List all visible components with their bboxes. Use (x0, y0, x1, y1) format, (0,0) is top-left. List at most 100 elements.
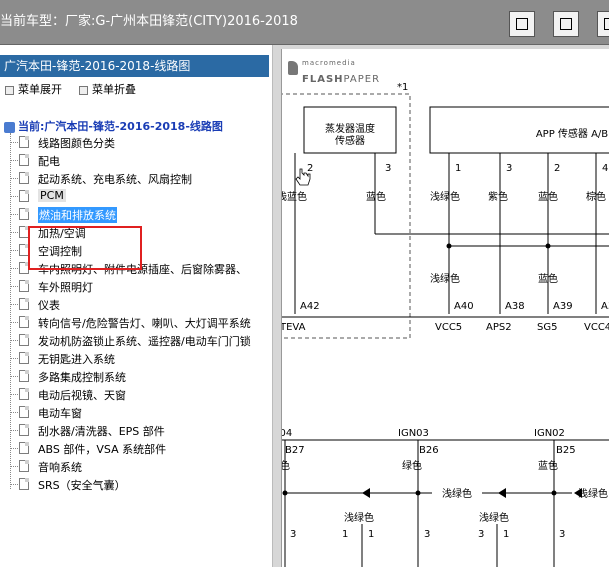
tree-item[interactable]: 起动系统、充电系统、风扇控制 (10, 169, 272, 187)
title-bar: 当前车型：厂家:G-广州本田锋范(CITY)2016-2018 (0, 0, 609, 45)
collapse-menu-button[interactable]: 菜单折叠 (79, 81, 136, 97)
document-icon (19, 406, 29, 418)
document-icon (19, 442, 29, 454)
vehicle-title: 当前车型：厂家:G-广州本田锋范(CITY)2016-2018 (0, 14, 298, 29)
svg-text:3: 3 (559, 529, 565, 540)
tree-item[interactable]: 仪表 (10, 295, 272, 313)
tree-item[interactable]: 线路图颜色分类 (10, 133, 272, 151)
svg-text:SG5: SG5 (537, 322, 557, 333)
svg-text:蓝色: 蓝色 (366, 190, 386, 203)
diagram-page: macromedia FLASHPAPER *1 蒸发器温度 传感器 APP 传… (281, 49, 609, 567)
sidebar-title: 广汽本田-锋范-2016-2018-线路图 (0, 55, 269, 77)
document-icon (19, 316, 29, 328)
svg-text:A38: A38 (505, 301, 525, 312)
tree-item-label: PCM (38, 189, 66, 202)
svg-text:1: 1 (368, 529, 374, 540)
show-both-icon (560, 18, 572, 30)
app-sensor-label: APP 传感器 A/B (536, 127, 608, 140)
tree-item-label: 音响系统 (38, 461, 82, 474)
tree-item-label: 刮水器/清洗器、EPS 部件 (38, 425, 165, 438)
svg-text:浅绿色: 浅绿色 (344, 511, 374, 524)
sidebar: 广汽本田-锋范-2016-2018-线路图 菜单展开 菜单折叠 当前:广汽本田-… (0, 45, 273, 567)
tree-item-label: ABS 部件，VSA 系统部件 (38, 443, 167, 456)
tree-item[interactable]: 电动车窗 (10, 403, 272, 421)
svg-text:A39: A39 (553, 301, 573, 312)
terminal-labels: A42 A40 A38 A39 A37 (300, 301, 609, 312)
show-left-button[interactable] (597, 11, 609, 37)
tree-item[interactable]: SRS（安全气囊） (10, 475, 272, 493)
svg-text:A40: A40 (454, 301, 474, 312)
show-right-icon (516, 18, 528, 30)
tree-item[interactable]: 电动后视镜、天窗 (10, 385, 272, 403)
expand-menu-button[interactable]: 菜单展开 (5, 81, 62, 97)
document-icon (19, 190, 29, 202)
tree-item[interactable]: 配电 (10, 151, 272, 169)
svg-text:3: 3 (290, 529, 296, 540)
wiring-diagram: *1 蒸发器温度 传感器 APP 传感器 A/B 2 3 1 3 2 4 蓝色 … (282, 82, 609, 567)
tree-item-label: 多路集成控制系统 (38, 371, 126, 384)
wire-group (282, 153, 609, 318)
document-viewer[interactable]: macromedia FLASHPAPER *1 蒸发器温度 传感器 APP 传… (273, 45, 609, 567)
tree-item[interactable]: 发动机防盗锁止系统、遥控器/电动车门门锁 (10, 331, 272, 349)
collapse-icon (79, 85, 88, 95)
tree-item[interactable]: 无钥匙进入系统 (10, 349, 272, 367)
tree-item[interactable]: ABS 部件，VSA 系统部件 (10, 439, 272, 457)
pin-label: 3 (385, 163, 391, 174)
tree-item-label: 配电 (38, 155, 60, 168)
tree-item-fuel-emission[interactable]: 燃油和排放系统 (10, 205, 272, 223)
show-both-button[interactable] (553, 11, 579, 37)
show-right-button[interactable] (509, 11, 535, 37)
tree-item-label: 转向信号/危险警告灯、喇叭、大灯调平系统 (38, 317, 251, 330)
tree-item[interactable]: 转向信号/危险警告灯、喇叭、大灯调平系统 (10, 313, 272, 331)
svg-text:蓝色: 蓝色 (538, 459, 558, 472)
svg-text:浅绿色: 浅绿色 (578, 487, 608, 500)
svg-text:VCC4: VCC4 (584, 322, 609, 333)
svg-text:蓝色: 蓝色 (282, 459, 290, 472)
tree-item-label: 线路图颜色分类 (38, 137, 115, 150)
tree-item-label: 无钥匙进入系统 (38, 353, 115, 366)
collapse-label: 菜单折叠 (92, 83, 136, 96)
signal-labels: TEVA VCC5 APS2 SG5 VCC4 (282, 322, 609, 333)
svg-text:A42: A42 (300, 301, 320, 312)
svg-text:3: 3 (424, 529, 430, 540)
expand-icon (5, 85, 14, 95)
svg-text:浅绿色: 浅绿色 (479, 511, 509, 524)
svg-text:B25: B25 (556, 445, 576, 456)
svg-text:IGN03: IGN03 (398, 428, 429, 439)
expand-label: 菜单展开 (18, 83, 62, 96)
document-icon (19, 280, 29, 292)
highlight-annotation (28, 226, 142, 270)
pin-label: 2 (307, 163, 313, 174)
tree-root-label: 当前:广汽本田-锋范-2016-2018-线路图 (18, 120, 223, 133)
document-icon (19, 388, 29, 400)
star-label: *1 (397, 82, 408, 93)
svg-text:浅绿色: 浅绿色 (430, 190, 460, 203)
svg-text:APS2: APS2 (486, 322, 512, 333)
svg-text:蓝色: 蓝色 (538, 272, 558, 285)
document-icon (19, 370, 29, 382)
svg-text:TEVA: TEVA (282, 322, 306, 333)
document-icon (19, 424, 29, 436)
pin-label: 4 (602, 163, 608, 174)
tree-item-pcm[interactable]: PCM (10, 187, 272, 205)
tree-item-label: 发动机防盗锁止系统、遥控器/电动车门门锁 (38, 335, 251, 348)
document-icon (19, 298, 29, 310)
svg-text:绿色: 绿色 (402, 459, 422, 472)
document-icon (19, 460, 29, 472)
tree-item[interactable]: 多路集成控制系统 (10, 367, 272, 385)
tree-root[interactable]: 当前:广汽本田-锋范-2016-2018-线路图 (4, 118, 223, 134)
tree-item-label: 燃油和排放系统 (38, 207, 117, 223)
document-icon (19, 334, 29, 346)
tree-item[interactable]: 音响系统 (10, 457, 272, 475)
svg-text:IGN02: IGN02 (534, 428, 565, 439)
tree-item[interactable]: 刮水器/清洗器、EPS 部件 (10, 421, 272, 439)
tree-item[interactable]: 车外照明灯 (10, 277, 272, 295)
svg-text:VCC5: VCC5 (435, 322, 462, 333)
svg-text:1: 1 (342, 529, 348, 540)
tree-item-label: 起动系统、充电系统、风扇控制 (38, 173, 192, 186)
sensor-label-2: 传感器 (335, 134, 365, 147)
pin-label: 2 (554, 163, 560, 174)
document-icon (19, 154, 29, 166)
show-left-icon (604, 18, 609, 30)
svg-text:3: 3 (478, 529, 484, 540)
